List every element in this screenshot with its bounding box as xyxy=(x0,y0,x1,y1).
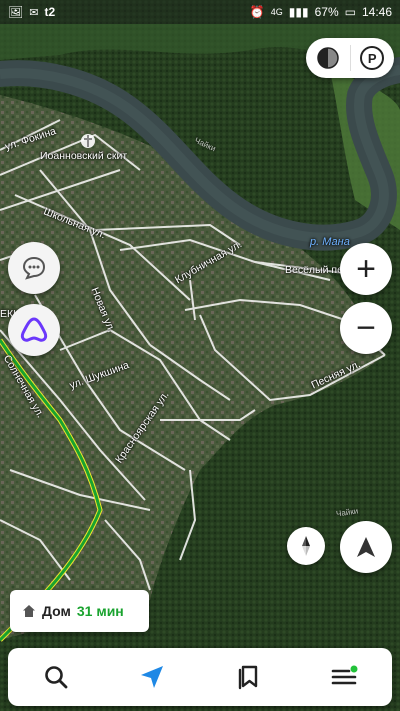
alice-assistant-button[interactable] xyxy=(8,304,60,356)
bookmark-icon xyxy=(238,665,258,690)
carrier-label: t2 xyxy=(44,5,56,19)
maps-app: ул. Фокина Иоанновский скит Школьная ул.… xyxy=(0,0,400,711)
parking-icon: P xyxy=(360,46,385,70)
location-arrow-icon xyxy=(357,537,375,557)
plus-icon: + xyxy=(356,250,376,288)
battery-percent: 67% xyxy=(314,5,339,19)
signal-icon: ▮▮▮ xyxy=(288,5,309,19)
navigation-arrow-icon xyxy=(141,666,163,688)
compass-icon xyxy=(302,536,310,556)
route-destination: Дом xyxy=(42,603,71,619)
bottom-tab-bar xyxy=(8,648,392,706)
tab-navigator[interactable] xyxy=(122,652,182,702)
compass-button[interactable] xyxy=(287,527,325,565)
river-label: р. Мана xyxy=(310,236,350,248)
route-eta: 31 мин xyxy=(76,603,124,619)
home-route-card[interactable]: Дом 31 мин xyxy=(10,590,149,632)
traffic-layer-button[interactable] xyxy=(306,38,350,78)
search-icon xyxy=(45,666,68,689)
battery-icon: ▭ xyxy=(344,5,356,19)
alarm-icon: ⏰ xyxy=(249,5,265,19)
mail-notification-icon: ✉ xyxy=(29,6,39,19)
watermark: au.ru xyxy=(362,688,388,700)
parking-layer-button[interactable]: P xyxy=(350,38,394,78)
traffic-layer-icon xyxy=(317,47,339,69)
chat-button[interactable] xyxy=(8,242,60,294)
status-bar: 🖼 ✉ t2 ⏰ 4G ▮▮▮ 67% ▭ 14:46 xyxy=(0,0,400,24)
layers-control: P xyxy=(306,38,394,78)
my-location-button[interactable] xyxy=(340,521,392,573)
gallery-notification-icon: 🖼 xyxy=(8,5,24,19)
poi-label-skit: Иоанновский скит xyxy=(40,150,128,162)
zoom-in-button[interactable]: + xyxy=(340,243,392,295)
home-icon xyxy=(23,605,35,617)
clock: 14:46 xyxy=(361,5,392,19)
church-icon[interactable] xyxy=(81,134,95,148)
tab-search[interactable] xyxy=(26,652,86,702)
zoom-out-button[interactable]: − xyxy=(340,302,392,354)
minus-icon: − xyxy=(356,309,376,347)
menu-icon xyxy=(331,665,358,685)
chat-icon xyxy=(22,256,46,280)
notification-dot xyxy=(350,665,358,673)
alice-icon xyxy=(20,317,48,342)
tab-bookmarks[interactable] xyxy=(218,652,278,702)
network-type: 4G xyxy=(270,7,283,17)
